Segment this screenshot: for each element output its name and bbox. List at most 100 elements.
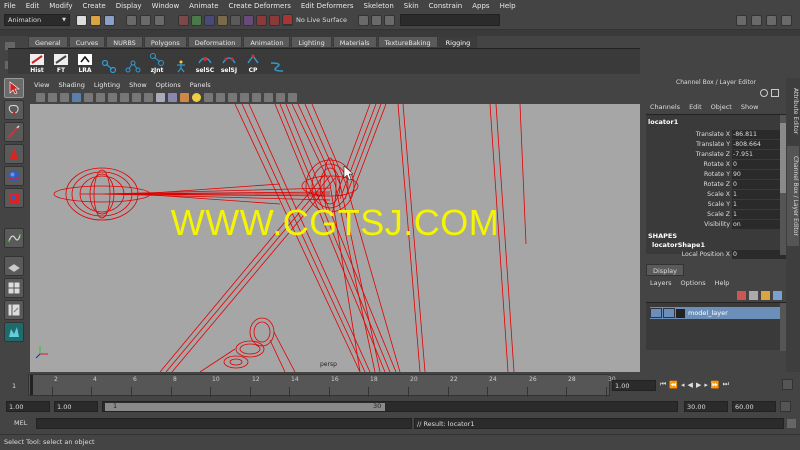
tab-display[interactable]: Display: [646, 264, 684, 276]
attr-row[interactable]: Translate X -86.811: [646, 129, 786, 139]
viewport-menu-show[interactable]: Show: [129, 81, 147, 89]
play-forwards-icon[interactable]: ▶: [696, 381, 701, 389]
open-scene-icon[interactable]: [90, 15, 101, 26]
shelf-button-zjnt[interactable]: zJnt: [146, 50, 168, 74]
attr-value[interactable]: on: [732, 219, 786, 229]
bookmark-icon[interactable]: [60, 92, 69, 102]
select-component-icon[interactable]: [154, 15, 165, 26]
script-editor-icon[interactable]: [787, 419, 796, 428]
attr-value[interactable]: 0: [732, 179, 786, 189]
ipr-render-icon[interactable]: [384, 15, 395, 26]
shelf-tab-lighting[interactable]: Lighting: [291, 36, 332, 48]
shelf-tab-curves[interactable]: Curves: [68, 36, 106, 48]
resolution-gate-icon[interactable]: [108, 92, 117, 102]
shelf-tab-polygons[interactable]: Polygons: [143, 36, 187, 48]
menu-animate[interactable]: Animate: [189, 2, 218, 10]
snap-grid-icon[interactable]: [256, 15, 267, 26]
viewport-menu-view[interactable]: View: [34, 81, 49, 89]
save-scene-icon[interactable]: [104, 15, 115, 26]
toggle-panel-icon-2[interactable]: [751, 15, 762, 26]
shadows-icon[interactable]: [204, 92, 213, 102]
textured-icon[interactable]: [180, 92, 189, 102]
shelf-button-skeleton[interactable]: [170, 50, 192, 74]
attr-row[interactable]: Translate Z -7.951: [646, 149, 786, 159]
scale-tool[interactable]: [4, 188, 24, 208]
film-gate-icon[interactable]: [96, 92, 105, 102]
smooth-shade-icon[interactable]: [168, 92, 177, 102]
last-tool[interactable]: [4, 228, 24, 248]
select-object-icon[interactable]: [140, 15, 151, 26]
camera-icon[interactable]: [252, 92, 261, 102]
layout-single-button[interactable]: [4, 256, 24, 276]
render-view-icon[interactable]: [358, 15, 369, 26]
move-layer-up-icon[interactable]: [761, 291, 770, 300]
layer-menu-layers[interactable]: Layers: [650, 279, 672, 287]
menu-skeleton[interactable]: Skeleton: [364, 2, 394, 10]
cb-menu-edit[interactable]: Edit: [689, 103, 702, 111]
move-layer-down-icon[interactable]: [773, 291, 782, 300]
mask-icon-1[interactable]: [178, 15, 189, 26]
lasso-tool[interactable]: [4, 100, 24, 120]
viewport-menu-shading[interactable]: Shading: [58, 81, 84, 89]
attr-value[interactable]: 0: [732, 249, 786, 259]
isolate-select-icon[interactable]: [216, 92, 225, 102]
hierarchy-icon[interactable]: [288, 92, 297, 102]
layer-visibility-toggle[interactable]: [650, 308, 662, 318]
viewport-menu-panels[interactable]: Panels: [190, 81, 211, 89]
shelf-button-ft[interactable]: FT: [50, 50, 72, 74]
animation-prefs-icon[interactable]: [782, 379, 793, 390]
new-layer-selected-icon[interactable]: [749, 291, 758, 300]
mask-icon-5[interactable]: [230, 15, 241, 26]
animation-start-field[interactable]: 1.00: [6, 400, 50, 412]
cb-menu-channels[interactable]: Channels: [650, 103, 680, 111]
menu-constrain[interactable]: Constrain: [429, 2, 463, 10]
xray-icon[interactable]: [228, 92, 237, 102]
attr-value[interactable]: 0: [732, 159, 786, 169]
animation-end-field[interactable]: 60.00: [732, 400, 776, 412]
menu-display[interactable]: Display: [116, 2, 142, 10]
shape-name[interactable]: locatorShape1: [646, 241, 786, 249]
menu-modify[interactable]: Modify: [49, 2, 72, 10]
time-slider[interactable]: 24681012141618202224262830: [28, 374, 616, 397]
step-back-key-icon[interactable]: ⏪: [669, 381, 678, 389]
help-icon[interactable]: [760, 89, 768, 97]
layout-four-button[interactable]: [4, 278, 24, 298]
attr-row[interactable]: Scale Y1: [646, 199, 786, 209]
viewport-menu-lighting[interactable]: Lighting: [94, 81, 120, 89]
image-plane-icon[interactable]: [72, 92, 81, 102]
mask-icon-6[interactable]: [243, 15, 254, 26]
toggle-panel-icon-4[interactable]: [781, 15, 792, 26]
paint-select-tool[interactable]: [4, 122, 24, 142]
menu-help[interactable]: Help: [500, 2, 516, 10]
shelf-tab-nurbs[interactable]: NURBS: [106, 36, 143, 48]
toggle-panel-icon-1[interactable]: [736, 15, 747, 26]
shelf-button-curve[interactable]: [266, 50, 288, 74]
shelf-button-cp[interactable]: CP: [242, 50, 264, 74]
layout-outliner-button[interactable]: [4, 300, 24, 320]
character-set-icon[interactable]: [780, 400, 791, 412]
menu-apps[interactable]: Apps: [472, 2, 489, 10]
play-backwards-icon[interactable]: ◀: [688, 381, 693, 389]
field-chart-icon[interactable]: [132, 92, 141, 102]
shelf-tab-materials[interactable]: Materials: [332, 36, 377, 48]
frame-selected-icon[interactable]: [264, 92, 273, 102]
shelf-tab-animation[interactable]: Animation: [243, 36, 291, 48]
command-input[interactable]: [36, 418, 412, 429]
attr-value[interactable]: 90: [732, 169, 786, 179]
shelf-tab-deformation[interactable]: Deformation: [187, 36, 243, 48]
menu-edit-deformers[interactable]: Edit Deformers: [301, 2, 354, 10]
current-time-marker[interactable]: [30, 375, 33, 395]
object-name[interactable]: locator1: [646, 115, 786, 129]
attr-row[interactable]: Translate Y -808.664: [646, 139, 786, 149]
attr-row[interactable]: Scale X1: [646, 189, 786, 199]
mask-icon-2[interactable]: [191, 15, 202, 26]
attr-value[interactable]: -86.811: [732, 129, 786, 139]
attr-value[interactable]: -808.664: [732, 139, 786, 149]
attr-value[interactable]: 1: [732, 199, 786, 209]
shelf-button-hist[interactable]: Hist: [26, 50, 48, 74]
shelf-button-lra[interactable]: LRA: [74, 50, 96, 74]
attr-value[interactable]: 1: [732, 189, 786, 199]
shelf-button-ik[interactable]: [122, 50, 144, 74]
viewport-menu-options[interactable]: Options: [156, 81, 181, 89]
new-layer-icon[interactable]: [737, 291, 746, 300]
